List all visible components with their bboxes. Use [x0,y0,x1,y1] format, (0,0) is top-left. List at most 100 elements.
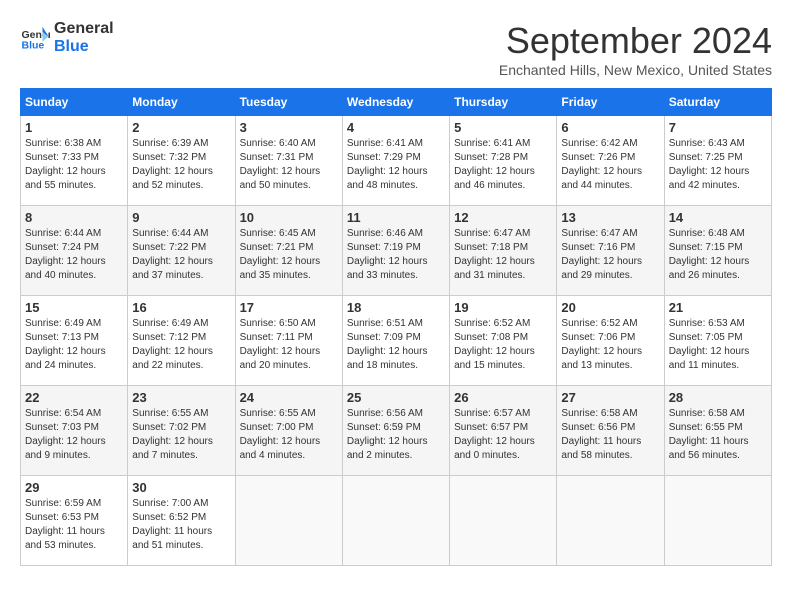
calendar-subtitle: Enchanted Hills, New Mexico, United Stat… [499,62,772,78]
day-info: Sunrise: 6:51 AM Sunset: 7:09 PM Dayligh… [347,317,445,373]
calendar-cell: 1 Sunrise: 6:38 AM Sunset: 7:33 PM Dayli… [21,116,128,206]
day-number: 3 [240,120,338,135]
calendar-cell: 13 Sunrise: 6:47 AM Sunset: 7:16 PM Dayl… [557,206,664,296]
day-number: 24 [240,390,338,405]
day-info: Sunrise: 6:48 AM Sunset: 7:15 PM Dayligh… [669,227,767,283]
calendar-cell: 17 Sunrise: 6:50 AM Sunset: 7:11 PM Dayl… [235,296,342,386]
day-info: Sunrise: 6:55 AM Sunset: 7:02 PM Dayligh… [132,407,230,463]
day-number: 8 [25,210,123,225]
calendar-cell: 15 Sunrise: 6:49 AM Sunset: 7:13 PM Dayl… [21,296,128,386]
day-number: 12 [454,210,552,225]
day-number: 27 [561,390,659,405]
calendar-cell: 2 Sunrise: 6:39 AM Sunset: 7:32 PM Dayli… [128,116,235,206]
day-info: Sunrise: 6:54 AM Sunset: 7:03 PM Dayligh… [25,407,123,463]
day-info: Sunrise: 6:39 AM Sunset: 7:32 PM Dayligh… [132,137,230,193]
day-number: 28 [669,390,767,405]
day-number: 15 [25,300,123,315]
day-number: 6 [561,120,659,135]
day-number: 14 [669,210,767,225]
day-info: Sunrise: 6:58 AM Sunset: 6:56 PM Dayligh… [561,407,659,463]
calendar-cell [557,476,664,566]
day-number: 7 [669,120,767,135]
calendar-cell [450,476,557,566]
day-info: Sunrise: 6:47 AM Sunset: 7:16 PM Dayligh… [561,227,659,283]
calendar-cell: 30 Sunrise: 7:00 AM Sunset: 6:52 PM Dayl… [128,476,235,566]
calendar-week-4: 22 Sunrise: 6:54 AM Sunset: 7:03 PM Dayl… [21,386,772,476]
weekday-header-friday: Friday [557,89,664,116]
day-number: 23 [132,390,230,405]
calendar-cell: 27 Sunrise: 6:58 AM Sunset: 6:56 PM Dayl… [557,386,664,476]
day-number: 29 [25,480,123,495]
calendar-cell: 14 Sunrise: 6:48 AM Sunset: 7:15 PM Dayl… [664,206,771,296]
day-info: Sunrise: 6:59 AM Sunset: 6:53 PM Dayligh… [25,497,123,553]
day-info: Sunrise: 6:42 AM Sunset: 7:26 PM Dayligh… [561,137,659,193]
day-number: 17 [240,300,338,315]
day-info: Sunrise: 6:40 AM Sunset: 7:31 PM Dayligh… [240,137,338,193]
day-info: Sunrise: 6:49 AM Sunset: 7:12 PM Dayligh… [132,317,230,373]
day-info: Sunrise: 6:58 AM Sunset: 6:55 PM Dayligh… [669,407,767,463]
calendar-cell [664,476,771,566]
calendar-title: September 2024 [499,20,772,62]
calendar-cell: 7 Sunrise: 6:43 AM Sunset: 7:25 PM Dayli… [664,116,771,206]
calendar-cell: 5 Sunrise: 6:41 AM Sunset: 7:28 PM Dayli… [450,116,557,206]
day-number: 9 [132,210,230,225]
calendar-cell: 20 Sunrise: 6:52 AM Sunset: 7:06 PM Dayl… [557,296,664,386]
day-info: Sunrise: 6:50 AM Sunset: 7:11 PM Dayligh… [240,317,338,373]
calendar-cell [342,476,449,566]
calendar-week-5: 29 Sunrise: 6:59 AM Sunset: 6:53 PM Dayl… [21,476,772,566]
day-info: Sunrise: 6:52 AM Sunset: 7:06 PM Dayligh… [561,317,659,373]
day-number: 26 [454,390,552,405]
calendar-page: General Blue General Blue September 2024… [20,20,772,566]
calendar-cell: 28 Sunrise: 6:58 AM Sunset: 6:55 PM Dayl… [664,386,771,476]
day-info: Sunrise: 6:38 AM Sunset: 7:33 PM Dayligh… [25,137,123,193]
calendar-week-3: 15 Sunrise: 6:49 AM Sunset: 7:13 PM Dayl… [21,296,772,386]
day-info: Sunrise: 6:53 AM Sunset: 7:05 PM Dayligh… [669,317,767,373]
calendar-cell: 11 Sunrise: 6:46 AM Sunset: 7:19 PM Dayl… [342,206,449,296]
calendar-cell: 25 Sunrise: 6:56 AM Sunset: 6:59 PM Dayl… [342,386,449,476]
calendar-cell: 9 Sunrise: 6:44 AM Sunset: 7:22 PM Dayli… [128,206,235,296]
calendar-cell: 8 Sunrise: 6:44 AM Sunset: 7:24 PM Dayli… [21,206,128,296]
day-number: 5 [454,120,552,135]
calendar-cell: 12 Sunrise: 6:47 AM Sunset: 7:18 PM Dayl… [450,206,557,296]
day-number: 4 [347,120,445,135]
day-info: Sunrise: 6:57 AM Sunset: 6:57 PM Dayligh… [454,407,552,463]
weekday-header-monday: Monday [128,89,235,116]
calendar-cell: 24 Sunrise: 6:55 AM Sunset: 7:00 PM Dayl… [235,386,342,476]
day-info: Sunrise: 6:45 AM Sunset: 7:21 PM Dayligh… [240,227,338,283]
calendar-cell: 22 Sunrise: 6:54 AM Sunset: 7:03 PM Dayl… [21,386,128,476]
svg-text:Blue: Blue [22,39,45,51]
day-info: Sunrise: 6:55 AM Sunset: 7:00 PM Dayligh… [240,407,338,463]
day-number: 25 [347,390,445,405]
calendar-header-row: SundayMondayTuesdayWednesdayThursdayFrid… [21,89,772,116]
calendar-cell: 16 Sunrise: 6:49 AM Sunset: 7:12 PM Dayl… [128,296,235,386]
calendar-cell: 6 Sunrise: 6:42 AM Sunset: 7:26 PM Dayli… [557,116,664,206]
day-info: Sunrise: 6:56 AM Sunset: 6:59 PM Dayligh… [347,407,445,463]
weekday-header-thursday: Thursday [450,89,557,116]
day-number: 19 [454,300,552,315]
calendar-cell: 3 Sunrise: 6:40 AM Sunset: 7:31 PM Dayli… [235,116,342,206]
day-info: Sunrise: 6:47 AM Sunset: 7:18 PM Dayligh… [454,227,552,283]
calendar-cell: 26 Sunrise: 6:57 AM Sunset: 6:57 PM Dayl… [450,386,557,476]
calendar-header: General Blue General Blue September 2024… [20,20,772,78]
weekday-header-saturday: Saturday [664,89,771,116]
calendar-cell: 23 Sunrise: 6:55 AM Sunset: 7:02 PM Dayl… [128,386,235,476]
calendar-cell: 10 Sunrise: 6:45 AM Sunset: 7:21 PM Dayl… [235,206,342,296]
calendar-week-1: 1 Sunrise: 6:38 AM Sunset: 7:33 PM Dayli… [21,116,772,206]
day-number: 30 [132,480,230,495]
day-number: 18 [347,300,445,315]
title-section: September 2024 Enchanted Hills, New Mexi… [499,20,772,78]
day-info: Sunrise: 6:44 AM Sunset: 7:24 PM Dayligh… [25,227,123,283]
calendar-cell: 4 Sunrise: 6:41 AM Sunset: 7:29 PM Dayli… [342,116,449,206]
weekday-header-wednesday: Wednesday [342,89,449,116]
calendar-week-2: 8 Sunrise: 6:44 AM Sunset: 7:24 PM Dayli… [21,206,772,296]
logo-blue: Blue [54,38,114,56]
day-number: 16 [132,300,230,315]
weekday-header-sunday: Sunday [21,89,128,116]
day-info: Sunrise: 6:49 AM Sunset: 7:13 PM Dayligh… [25,317,123,373]
day-info: Sunrise: 6:46 AM Sunset: 7:19 PM Dayligh… [347,227,445,283]
calendar-cell: 21 Sunrise: 6:53 AM Sunset: 7:05 PM Dayl… [664,296,771,386]
logo: General Blue General Blue [20,20,114,55]
day-number: 21 [669,300,767,315]
day-number: 11 [347,210,445,225]
day-number: 1 [25,120,123,135]
